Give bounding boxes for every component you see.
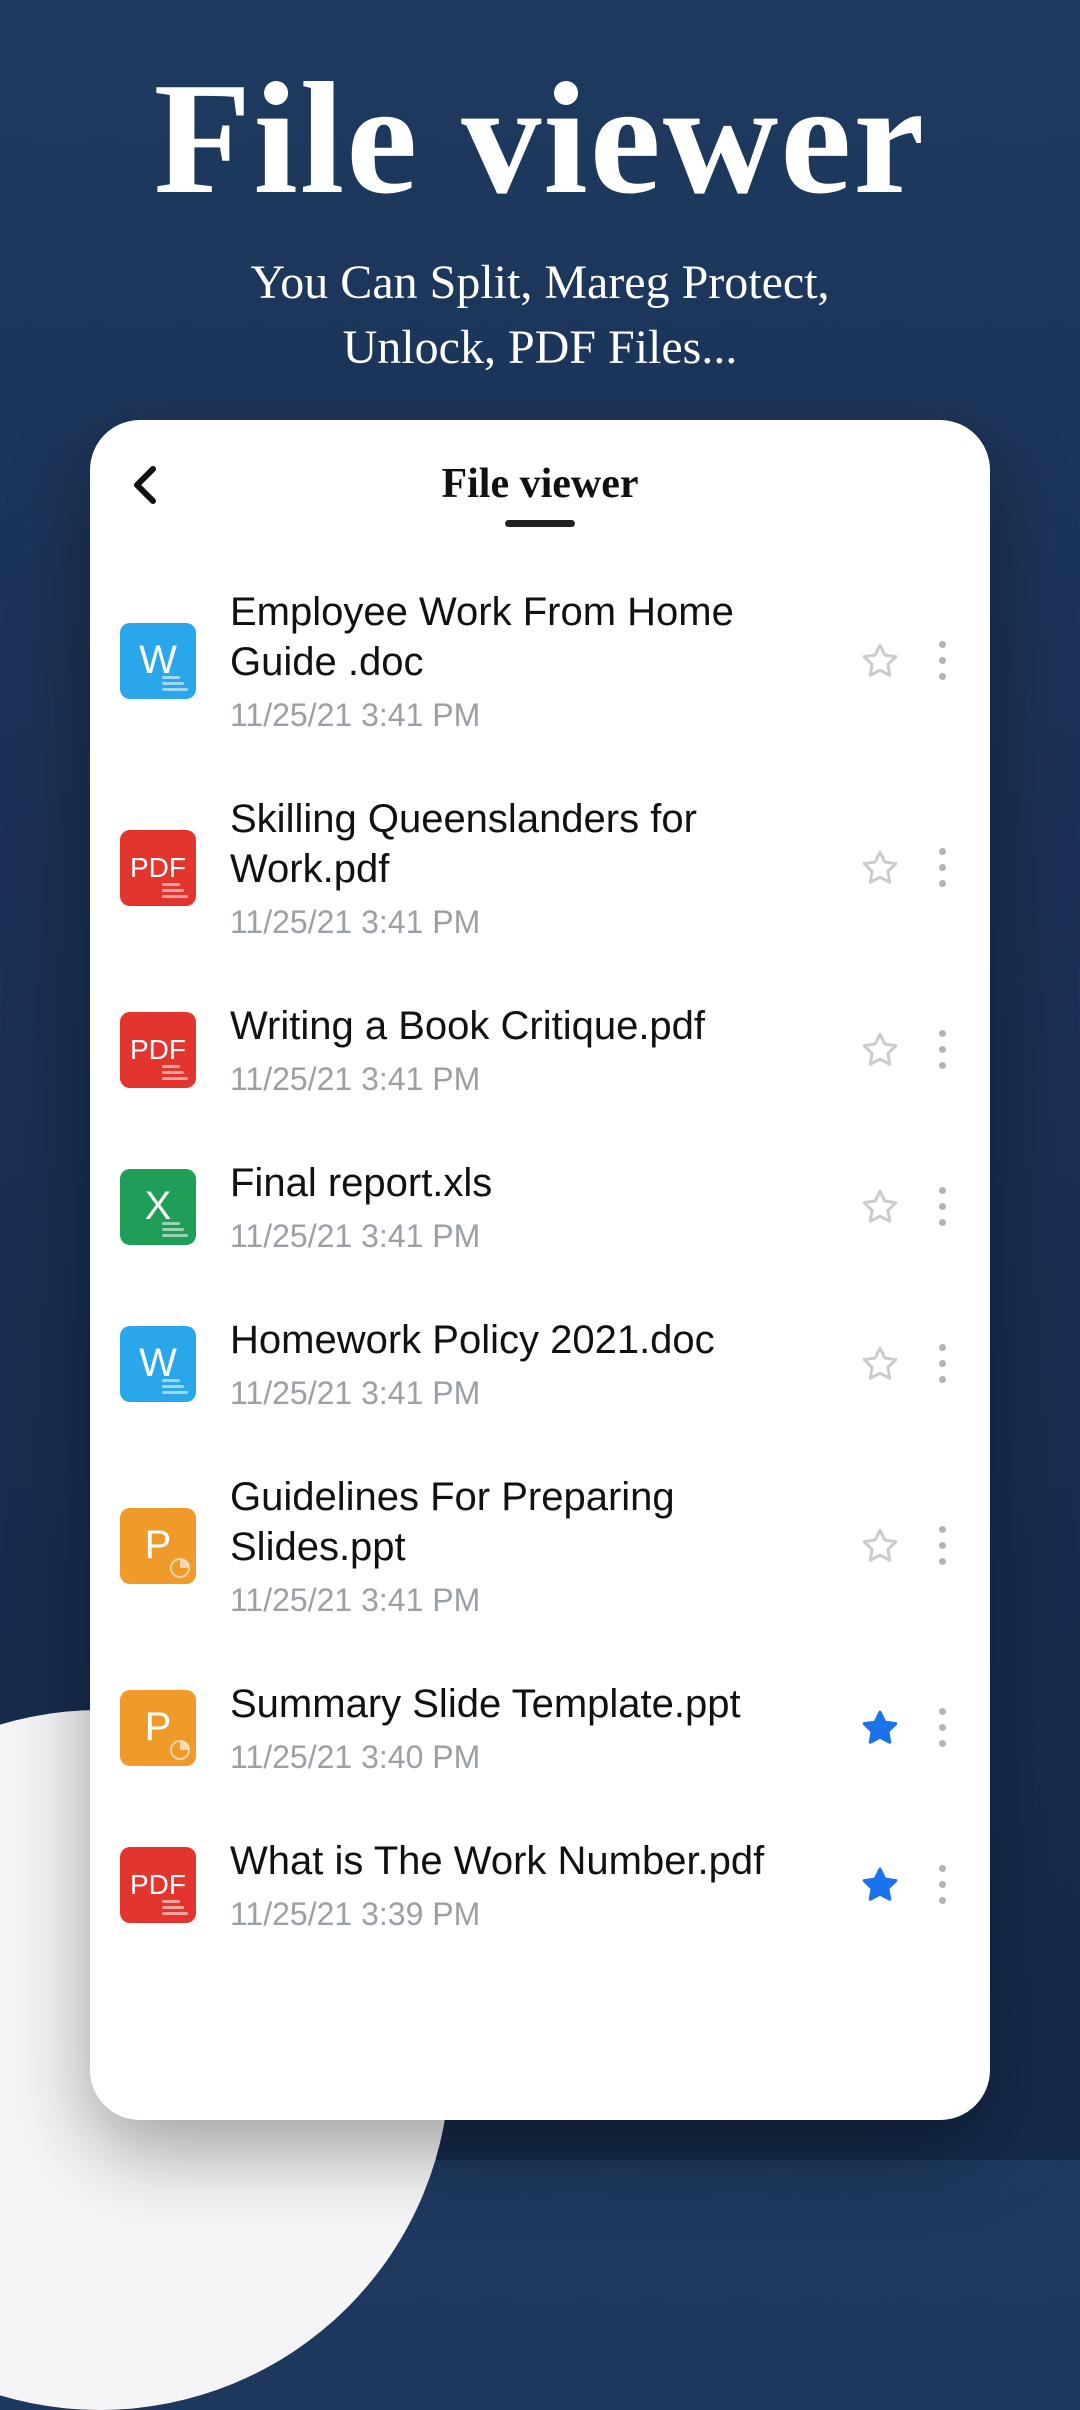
star-icon [860, 848, 900, 888]
star-button[interactable] [856, 1861, 904, 1909]
file-date: 11/25/21 3:40 PM [230, 1739, 846, 1776]
file-info: Employee Work From Home Guide .doc 11/25/… [196, 587, 846, 734]
toolbar: File viewer [90, 420, 990, 537]
hero-subtitle: You Can Split, Mareg Protect, Unlock, PD… [0, 251, 1080, 381]
more-button[interactable] [922, 1177, 962, 1237]
toolbar-title-wrap: File viewer [441, 460, 638, 527]
pie-icon [170, 1558, 190, 1578]
pie-icon [170, 1740, 190, 1760]
star-button[interactable] [856, 1183, 904, 1231]
file-date: 11/25/21 3:41 PM [230, 1061, 846, 1098]
file-date: 11/25/21 3:41 PM [230, 904, 846, 941]
star-icon [860, 641, 900, 681]
more-button[interactable] [922, 1020, 962, 1080]
file-name: Summary Slide Template.ppt [230, 1679, 846, 1729]
file-name: Writing a Book Critique.pdf [230, 1001, 846, 1051]
star-icon [860, 1865, 900, 1905]
file-icon-letter: PDF [130, 1034, 186, 1066]
file-icon-lines [162, 1222, 188, 1237]
more-button[interactable] [922, 631, 962, 691]
file-info: Skilling Queenslanders for Work.pdf 11/25… [196, 794, 846, 941]
ppt-file-icon: P [120, 1508, 196, 1584]
pdf-file-icon: PDF [120, 1012, 196, 1088]
file-row[interactable]: PDF Skilling Queenslanders for Work.pdf 11… [90, 764, 990, 971]
more-button[interactable] [922, 838, 962, 898]
star-button[interactable] [856, 1704, 904, 1752]
file-info: Homework Policy 2021.doc 11/25/21 3:41 PM [196, 1315, 846, 1412]
file-row[interactable]: W Homework Policy 2021.doc 11/25/21 3:41 P… [90, 1285, 990, 1442]
star-icon [860, 1526, 900, 1566]
star-button[interactable] [856, 1522, 904, 1570]
file-info: What is The Work Number.pdf 11/25/21 3:39… [196, 1836, 846, 1933]
file-icon-lines [162, 1065, 188, 1080]
file-icon-letter: P [145, 1523, 172, 1568]
hero-section: File viewer You Can Split, Mareg Protect… [0, 0, 1080, 381]
star-button[interactable] [856, 844, 904, 892]
file-row[interactable]: P Summary Slide Template.ppt 11/25/21 3:40… [90, 1649, 990, 1806]
file-icon-lines [162, 1379, 188, 1394]
star-button[interactable] [856, 1340, 904, 1388]
file-info: Guidelines For Preparing Slides.ppt 11/25… [196, 1472, 846, 1619]
more-button[interactable] [922, 1698, 962, 1758]
file-name: Employee Work From Home Guide .doc [230, 587, 846, 687]
file-info: Final report.xls 11/25/21 3:41 PM [196, 1158, 846, 1255]
file-name: What is The Work Number.pdf [230, 1836, 846, 1886]
file-row[interactable]: PDF What is The Work Number.pdf 11/25/21 3… [90, 1806, 990, 1963]
back-button[interactable] [120, 460, 170, 510]
file-date: 11/25/21 3:41 PM [230, 1582, 846, 1619]
file-info: Summary Slide Template.ppt 11/25/21 3:40 … [196, 1679, 846, 1776]
file-name: Homework Policy 2021.doc [230, 1315, 846, 1365]
file-date: 11/25/21 3:41 PM [230, 1375, 846, 1412]
file-icon-lines [162, 676, 188, 691]
toolbar-title: File viewer [441, 460, 638, 508]
file-date: 11/25/21 3:39 PM [230, 1896, 846, 1933]
file-date: 11/25/21 3:41 PM [230, 1218, 846, 1255]
file-row[interactable]: W Employee Work From Home Guide .doc 11/25… [90, 557, 990, 764]
star-button[interactable] [856, 1026, 904, 1074]
file-list[interactable]: W Employee Work From Home Guide .doc 11/25… [90, 537, 990, 1963]
phone-mockup: File viewer WEmployee Work From Home Gui… [90, 420, 990, 2120]
doc-file-icon: W [120, 1326, 196, 1402]
file-row[interactable]: X Final report.xls 11/25/21 3:41 PM [90, 1128, 990, 1285]
star-icon [860, 1708, 900, 1748]
more-button[interactable] [922, 1516, 962, 1576]
file-row[interactable]: P Guidelines For Preparing Slides.ppt 11/2… [90, 1442, 990, 1649]
doc-file-icon: W [120, 623, 196, 699]
hero-title: File viewer [0, 50, 1080, 226]
file-row[interactable]: PDF Writing a Book Critique.pdf 11/25/21 3… [90, 971, 990, 1128]
star-icon [860, 1030, 900, 1070]
ppt-file-icon: P [120, 1690, 196, 1766]
more-button[interactable] [922, 1855, 962, 1915]
file-icon-lines [162, 883, 188, 898]
chevron-left-icon [131, 465, 159, 505]
star-icon [860, 1187, 900, 1227]
toolbar-underline [505, 520, 575, 527]
file-name: Guidelines For Preparing Slides.ppt [230, 1472, 846, 1572]
file-date: 11/25/21 3:41 PM [230, 697, 846, 734]
file-info: Writing a Book Critique.pdf 11/25/21 3:41… [196, 1001, 846, 1098]
file-icon-letter: PDF [130, 1869, 186, 1901]
star-icon [860, 1344, 900, 1384]
file-icon-letter: P [145, 1705, 172, 1750]
file-name: Final report.xls [230, 1158, 846, 1208]
file-icon-lines [162, 1900, 188, 1915]
file-icon-pie [170, 1740, 190, 1760]
xls-file-icon: X [120, 1169, 196, 1245]
file-icon-letter: PDF [130, 852, 186, 884]
file-name: Skilling Queenslanders for Work.pdf [230, 794, 846, 894]
star-button[interactable] [856, 637, 904, 685]
pdf-file-icon: PDF [120, 1847, 196, 1923]
file-icon-pie [170, 1558, 190, 1578]
pdf-file-icon: PDF [120, 830, 196, 906]
more-button[interactable] [922, 1334, 962, 1394]
